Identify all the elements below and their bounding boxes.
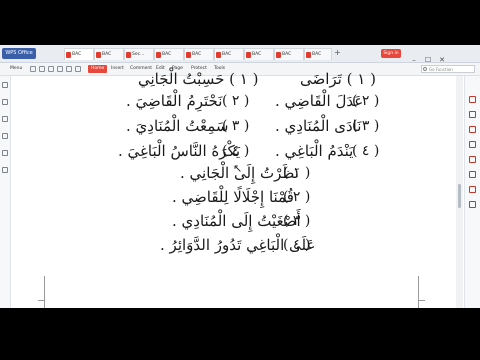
convert-icon[interactable]	[469, 96, 476, 103]
search-placeholder: Go Function	[429, 67, 453, 72]
attachment-icon[interactable]	[2, 133, 8, 139]
document-tab[interactable]: BAC	[304, 48, 332, 60]
tab-label: BAC	[162, 52, 172, 57]
pdf-icon	[306, 52, 311, 58]
open-icon[interactable]	[30, 66, 36, 72]
tab-label: BAC	[192, 52, 202, 57]
page-corner-mark	[418, 300, 425, 301]
menu-insert[interactable]: Insert	[108, 65, 127, 73]
settings-icon[interactable]	[469, 186, 476, 193]
layers-icon[interactable]	[2, 167, 8, 173]
pdf-icon	[186, 52, 191, 58]
right-sidebar	[464, 76, 480, 308]
thumbnail-icon[interactable]	[2, 82, 8, 88]
sentence-text: يَنْدَمُ الْبَاغِي .	[275, 142, 354, 160]
sentence-text: أَصْغَيْتُ إِلَى الْمُنَادِي .	[172, 212, 301, 230]
undo-icon[interactable]	[57, 66, 63, 72]
pdf-icon	[96, 52, 101, 58]
window-controls: – ☐ ✕	[407, 47, 473, 64]
page-corner-mark	[38, 300, 45, 301]
tab-label: BAC	[102, 52, 112, 57]
partial-line-right: ( ١ ) حَسِبْتُ الْجَانِي	[138, 70, 259, 88]
document-tab[interactable]: BAC	[154, 48, 184, 60]
menu-button[interactable]: Menu	[10, 65, 22, 73]
sentence-number: ( ٤ )	[222, 143, 250, 159]
redo-icon[interactable]	[66, 66, 72, 72]
sentence-number: ( ٢ )	[352, 93, 380, 109]
tab-label: BAC	[72, 52, 82, 57]
sentence-number: ( ٢ )	[222, 93, 250, 109]
partial-line-left: ( ١ ) تَرَاضَى	[300, 70, 376, 88]
tab-label: BAC	[312, 52, 322, 57]
tab-label: BAC	[282, 52, 292, 57]
document-tab[interactable]: Sec...	[124, 48, 154, 60]
dropdown-icon[interactable]	[75, 66, 81, 72]
tab-bar: WPS Office BAC BAC Sec... BAC BAC BAC BA…	[0, 45, 480, 64]
page-corner-mark	[44, 276, 45, 308]
sentence-text: سَمِعْتُ الْمُنَادِيَ .	[126, 117, 229, 135]
sentence-number: ( ٢ )	[283, 189, 311, 205]
new-tab-button[interactable]: +	[333, 48, 342, 59]
sentence-text: نَادَى الْمُنَادِي .	[275, 117, 362, 135]
bookmark-icon[interactable]	[2, 99, 8, 105]
sentence-number: ( ٣ )	[283, 213, 311, 229]
mouse-cursor-icon: ↖	[233, 162, 243, 175]
page-corner-mark	[418, 276, 419, 308]
left-sidebar	[0, 76, 11, 308]
translate-icon[interactable]	[469, 156, 476, 163]
document-tab[interactable]: BAC	[94, 48, 124, 60]
search-input[interactable]: Go Function	[421, 65, 475, 73]
sentence-text: قُمْنَا إِجْلَالًا لِلْقَاضِي .	[172, 188, 294, 206]
pdf-icon	[156, 52, 161, 58]
save-icon[interactable]	[39, 66, 45, 72]
pdf-icon	[276, 52, 281, 58]
tab-label: BAC	[222, 52, 232, 57]
document-tab[interactable]: BAC	[244, 48, 274, 60]
document-tab[interactable]: BAC	[184, 48, 214, 60]
wps-pdf-window: WPS Office BAC BAC Sec... BAC BAC BAC BA…	[0, 45, 480, 308]
pdf-icon	[216, 52, 221, 58]
sentence-text: عَدَلَ الْقَاضِي .	[275, 92, 364, 110]
sentence-number: ( ٤ )	[283, 237, 311, 253]
pdf-icon	[246, 52, 251, 58]
compress-icon[interactable]	[469, 171, 476, 178]
sentence-number: ( ١ )	[283, 165, 311, 181]
comment-icon[interactable]	[2, 116, 8, 122]
print-icon[interactable]	[48, 66, 54, 72]
sentence-number: ( ٣ )	[352, 118, 380, 134]
search-icon	[423, 67, 427, 71]
share-icon[interactable]	[469, 141, 476, 148]
document-tab[interactable]: BAC	[214, 48, 244, 60]
annotate-icon[interactable]	[469, 126, 476, 133]
sentence-number: ( ٣ )	[222, 118, 250, 134]
edit-pdf-icon[interactable]	[469, 111, 476, 118]
pdf-icon	[66, 52, 71, 58]
tab-label: BAC	[252, 52, 262, 57]
home-tab[interactable]: WPS Office	[2, 48, 36, 59]
document-tab[interactable]: BAC	[64, 48, 94, 60]
pdf-icon	[126, 52, 131, 58]
sign-in-button[interactable]: Sign in	[381, 49, 401, 58]
scroll-thumb[interactable]	[458, 184, 461, 208]
tab-label: Sec...	[132, 52, 145, 57]
menu-home[interactable]: Home	[88, 65, 108, 73]
sentence-text: نَحْتَرِمُ الْقَاضِيَ .	[126, 92, 223, 110]
more-icon[interactable]	[469, 201, 476, 208]
document-tab[interactable]: BAC	[274, 48, 304, 60]
sentence-number: ( ٤ )	[352, 143, 380, 159]
vertical-scrollbar[interactable]	[456, 76, 463, 308]
search-panel-icon[interactable]	[2, 150, 8, 156]
